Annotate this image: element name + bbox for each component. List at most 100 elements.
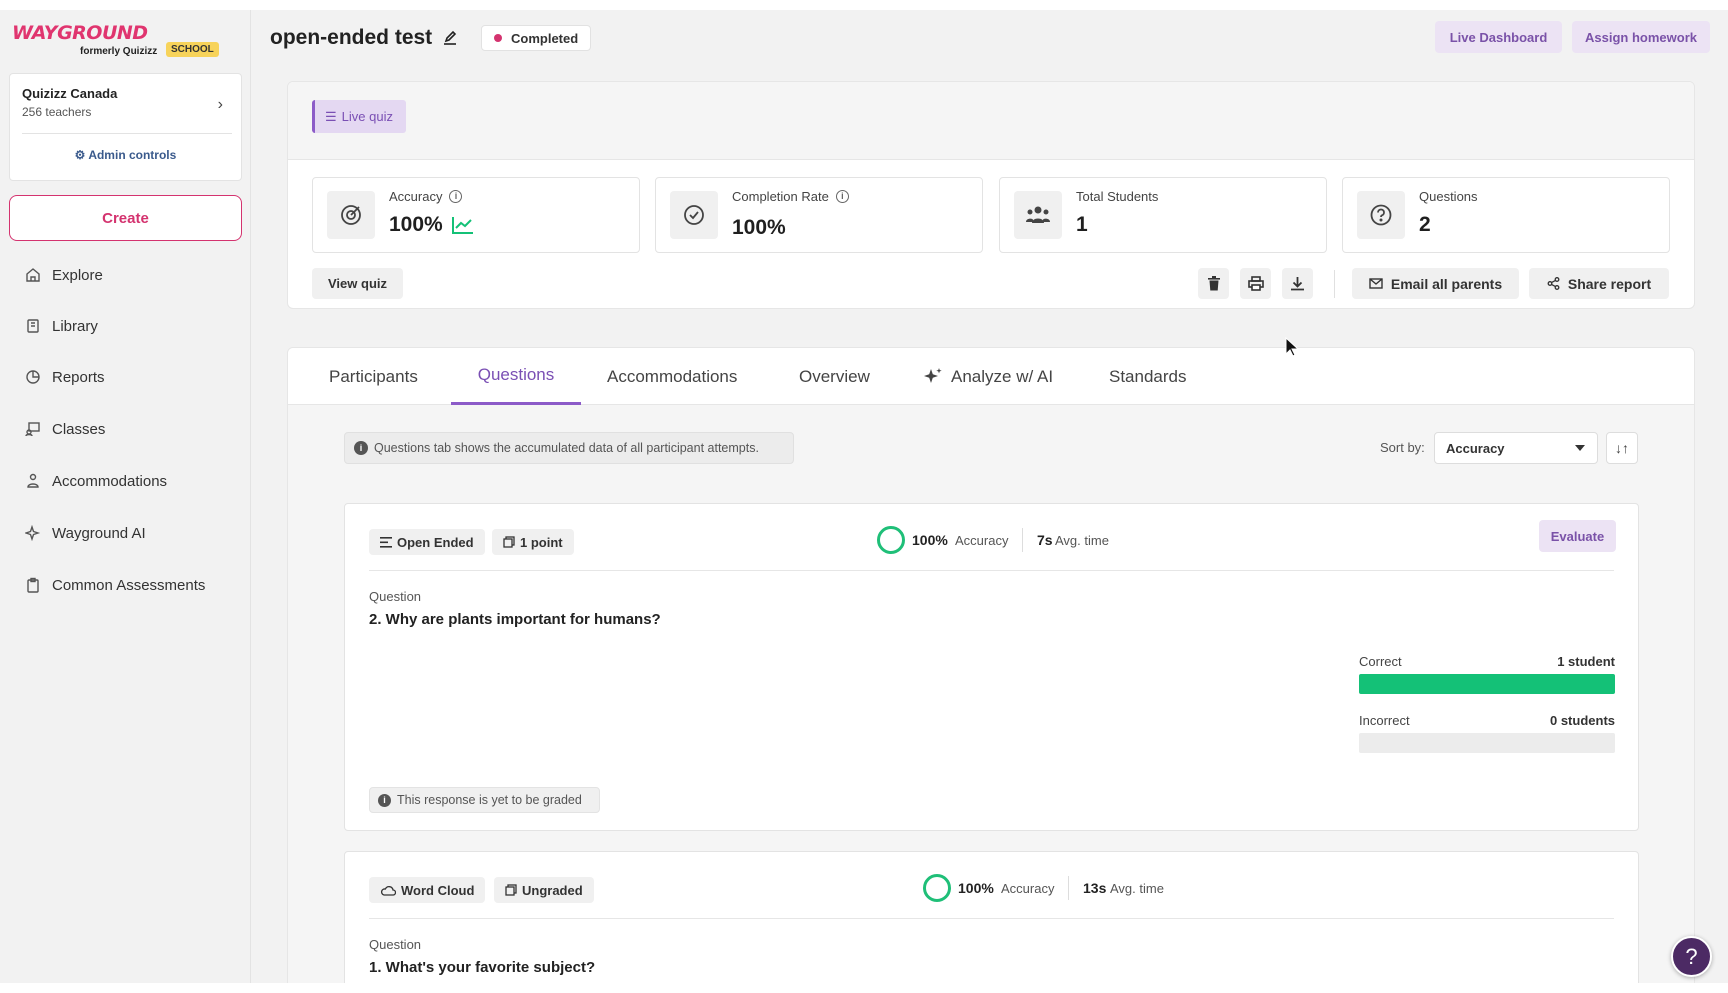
divider (1334, 270, 1335, 298)
stat-value: 2 (1419, 213, 1431, 236)
sort-arrows-icon: ↓↑ (1615, 440, 1629, 456)
classes-icon (24, 420, 42, 438)
sidebar-item-accommodations[interactable]: Accommodations (24, 469, 167, 493)
accommodations-icon (24, 472, 42, 490)
accuracy-value: 100% (912, 532, 948, 548)
tab-questions[interactable]: Questions (451, 348, 581, 405)
live-dashboard-button[interactable]: Live Dashboard (1435, 21, 1562, 53)
points-chip: Ungraded (494, 877, 594, 903)
summary-header: ☰ Live quiz (288, 82, 1694, 160)
copy-icon (503, 536, 515, 548)
correct-label: Correct (1359, 654, 1402, 669)
copy-icon (505, 884, 517, 896)
question-type-chip: Open Ended (369, 529, 485, 555)
list-icon: ☰ (325, 108, 337, 124)
question-text: 2. Why are plants important for humans? (369, 611, 661, 628)
cloud-icon (380, 885, 396, 896)
tab-standards[interactable]: Standards (1109, 348, 1187, 405)
app-window: WAYGROUND formerly Quizizz SCHOOL Quiziz… (0, 10, 1728, 983)
sort-select[interactable]: Accuracy (1434, 432, 1598, 464)
share-report-button[interactable]: Share report (1529, 268, 1669, 299)
accuracy-value: 100% (389, 213, 443, 236)
sidebar-item-label: Accommodations (52, 472, 168, 490)
accuracy-label: Accuracy (1001, 881, 1055, 896)
tab-overview[interactable]: Overview (799, 348, 870, 405)
avg-time-label: Avg. time (1055, 533, 1109, 548)
print-button[interactable] (1240, 268, 1271, 299)
email-parents-label: Email all parents (1390, 275, 1503, 292)
avg-time-label: Avg. time (1110, 881, 1164, 896)
stat-value: 100% (389, 213, 475, 237)
edit-icon[interactable] (442, 30, 458, 46)
stat-label: Completion Rate i (732, 189, 849, 204)
chevron-right-icon[interactable]: › (218, 96, 223, 114)
sparkle-icon (24, 524, 42, 542)
sidebar-item-library[interactable]: Library (24, 314, 98, 338)
help-button[interactable]: ? (1671, 936, 1712, 977)
correct-bar (1359, 674, 1615, 694)
divider (1022, 528, 1023, 552)
tab-analyze-ai-label: Analyze w/ AI (951, 366, 1054, 386)
points-label: Ungraded (522, 882, 583, 898)
sidebar-item-label: Wayground AI (52, 524, 146, 542)
gear-icon: ⚙ (74, 148, 86, 162)
printer-icon (1247, 276, 1264, 291)
stat-label: Accuracy i (389, 189, 463, 204)
report-tabs-panel: Participants Questions Accommodations Ov… (287, 347, 1695, 983)
email-all-parents-button[interactable]: Email all parents (1352, 268, 1519, 299)
admin-controls-link[interactable]: ⚙ Admin controls (10, 148, 241, 162)
divider (369, 918, 1614, 919)
users-icon (1014, 191, 1062, 239)
tab-analyze-ai[interactable]: Analyze w/ AI (923, 348, 1053, 405)
evaluate-button[interactable]: Evaluate (1539, 520, 1616, 552)
question-circle-icon (1357, 191, 1405, 239)
grading-note-text: This response is yet to be graded (397, 793, 582, 807)
accuracy-value: 100% (958, 880, 994, 896)
info-icon: i (378, 793, 391, 807)
info-icon[interactable]: i (449, 190, 463, 203)
sidebar-item-label: Common Assessments (52, 576, 206, 594)
delete-button[interactable] (1198, 268, 1229, 299)
library-icon (24, 317, 42, 335)
completion-label: Completion Rate (732, 189, 829, 204)
stat-value: 1 (1076, 213, 1088, 236)
sidebar-item-common-assessments[interactable]: Common Assessments (24, 573, 205, 597)
questions-notice: i Questions tab shows the accumulated da… (344, 432, 794, 464)
sidebar-item-explore[interactable]: Explore (24, 263, 103, 287)
avg-time-value: 13s (1083, 880, 1107, 896)
sidebar: WAYGROUND formerly Quizizz SCHOOL Quiziz… (0, 10, 251, 983)
incorrect-count: 0 students (1549, 713, 1615, 728)
question-type-chip: Word Cloud (369, 877, 486, 903)
sidebar-item-wayground-ai[interactable]: Wayground AI (24, 521, 146, 545)
divider (1068, 876, 1069, 900)
status-badge: Completed (481, 25, 592, 51)
tab-participants[interactable]: Participants (329, 348, 418, 405)
question-mark-icon: ? (1685, 943, 1698, 969)
info-icon[interactable]: i (835, 190, 849, 203)
points-label: 1 point (520, 534, 563, 550)
mode-label: Live quiz (341, 109, 393, 124)
stat-label: Total Students (1076, 189, 1159, 204)
logo-text: WAYGROUND (12, 22, 148, 44)
logo[interactable]: WAYGROUND formerly Quizizz SCHOOL (12, 20, 242, 60)
sort-direction-button[interactable]: ↓↑ (1606, 432, 1638, 464)
quiz-title: open-ended test (270, 26, 433, 49)
target-icon (327, 191, 375, 239)
info-icon: i (354, 441, 368, 455)
create-button[interactable]: Create (9, 195, 242, 241)
assign-homework-button[interactable]: Assign homework (1572, 21, 1710, 53)
sidebar-item-classes[interactable]: Classes (24, 417, 105, 441)
tab-accommodations[interactable]: Accommodations (607, 348, 737, 405)
question-type-label: Open Ended (397, 534, 474, 550)
points-chip: 1 point (492, 529, 574, 555)
sidebar-item-reports[interactable]: Reports (24, 365, 105, 389)
org-card[interactable]: Quizizz Canada 256 teachers › ⚙ Admin co… (9, 73, 242, 181)
incorrect-bar (1359, 733, 1615, 753)
view-quiz-button[interactable]: View quiz (312, 268, 403, 299)
grading-note: i This response is yet to be graded (369, 787, 600, 813)
download-button[interactable] (1282, 268, 1313, 299)
share-icon (1547, 277, 1560, 290)
sidebar-item-label: Explore (52, 266, 103, 284)
sidebar-item-label: Classes (52, 420, 106, 438)
live-quiz-badge: ☰ Live quiz (312, 100, 406, 133)
